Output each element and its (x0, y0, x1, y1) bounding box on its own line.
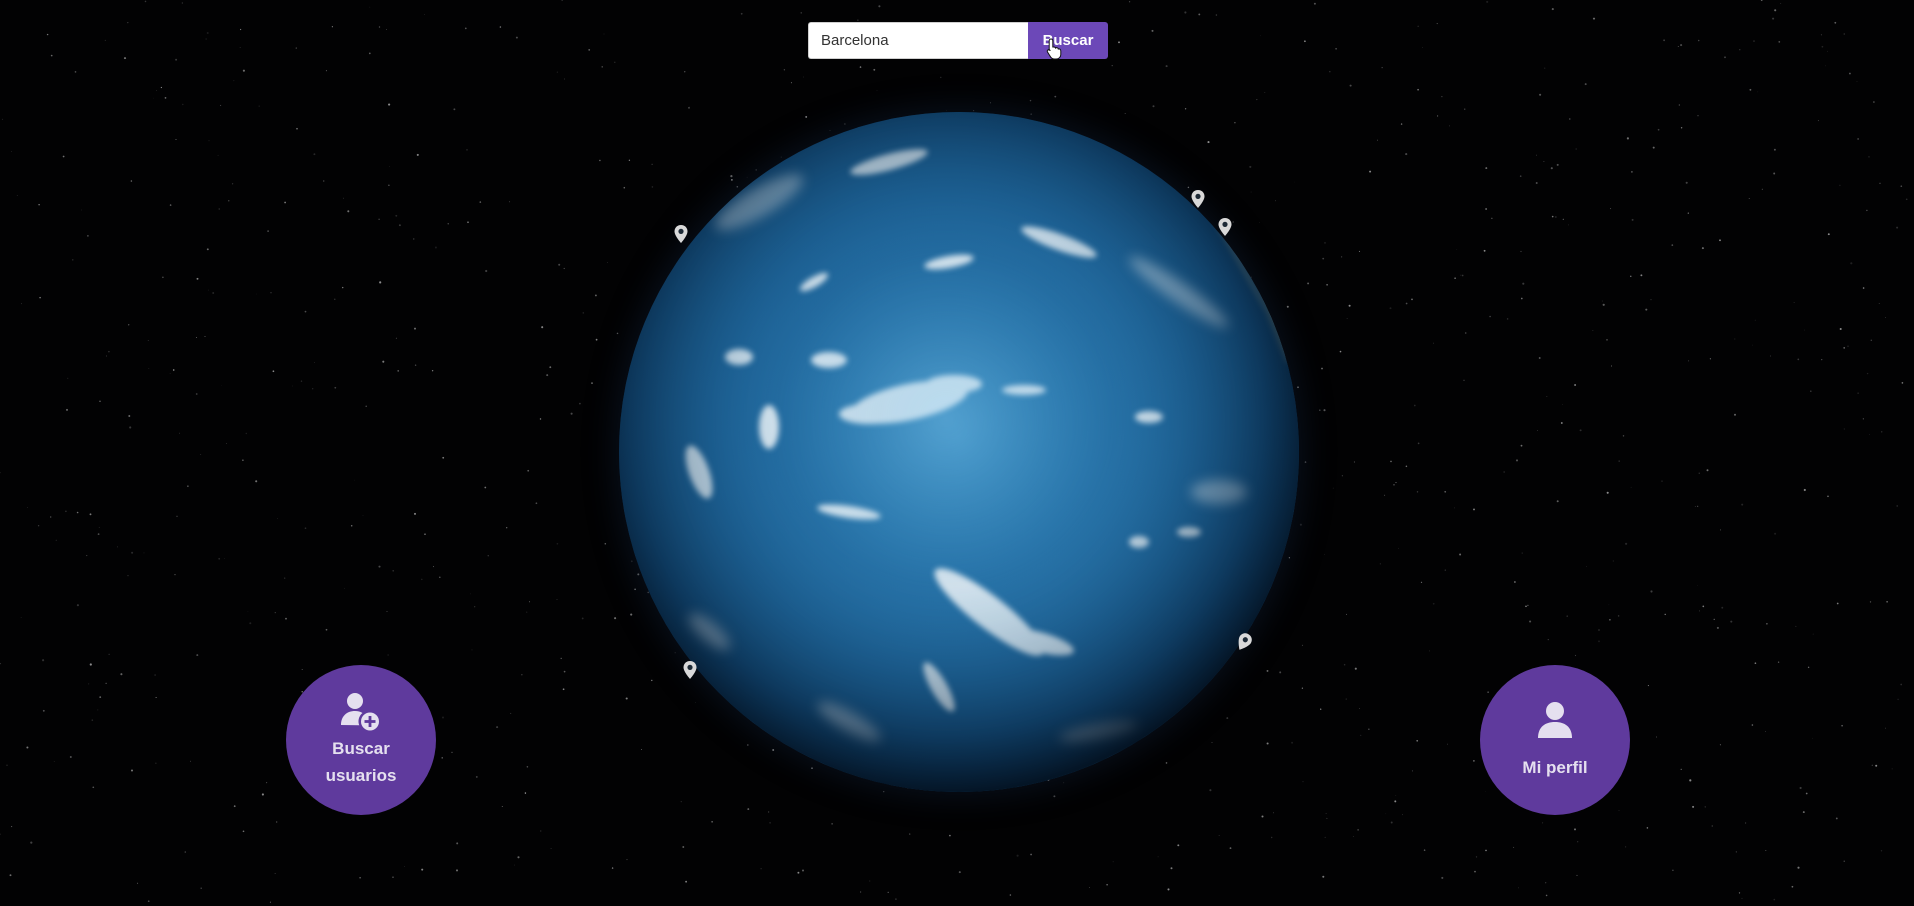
map-marker-icon[interactable] (682, 660, 698, 680)
search-button[interactable]: Buscar (1028, 22, 1108, 59)
hand-pointer-icon (1046, 38, 1062, 60)
search-input[interactable] (808, 22, 1028, 59)
globe-surface (619, 112, 1299, 792)
user-icon (1538, 701, 1572, 738)
my-profile-button[interactable]: Mi perfil (1480, 665, 1630, 815)
search-bar: Buscar (808, 22, 1108, 59)
map-marker-icon[interactable] (1217, 217, 1233, 237)
earth-globe[interactable] (619, 112, 1299, 792)
my-profile-label: Mi perfil (1522, 757, 1588, 777)
space-scene: Buscar (0, 0, 1914, 906)
map-marker-icon[interactable] (673, 224, 689, 244)
find-users-label: Buscar usuarios (325, 739, 397, 785)
user-plus-icon (341, 693, 379, 731)
find-users-button[interactable]: Buscar usuarios (286, 665, 436, 815)
map-marker-icon[interactable] (1190, 189, 1206, 209)
